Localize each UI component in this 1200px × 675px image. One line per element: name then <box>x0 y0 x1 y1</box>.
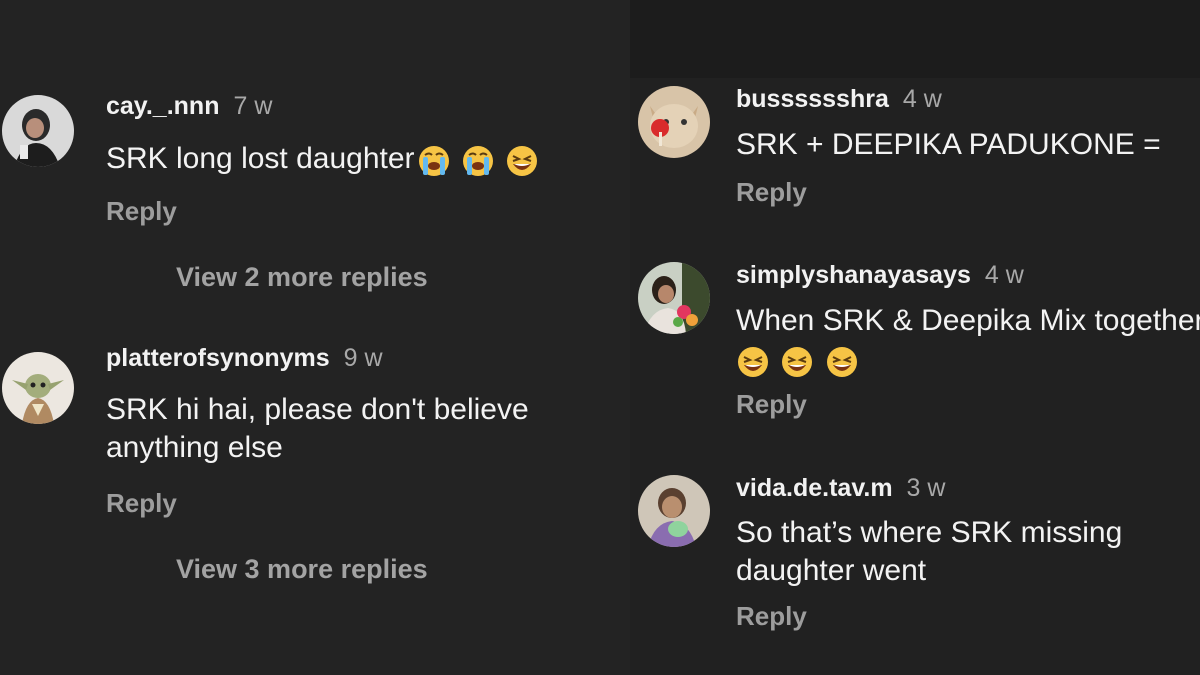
comment-meta: platterofsynonyms 9 w <box>106 344 383 373</box>
comment-text-line: daughter went <box>736 554 927 587</box>
timestamp: 4 w <box>902 85 942 113</box>
comment-text-line: anything else <box>106 431 283 464</box>
username[interactable]: cay._.nnn <box>106 92 219 120</box>
comment-text: SRK long lost daughter <box>106 140 539 179</box>
comment-meta: busssssshra 4 w <box>736 85 942 114</box>
grinning-squint-emoji-icon <box>780 345 814 379</box>
avatar-cay-nnn[interactable] <box>2 95 74 167</box>
comment-text: When SRK & Deepika Mix together <box>736 302 1200 380</box>
avatar-busssssshra[interactable] <box>638 86 710 158</box>
comment-text: SRK + DEEPIKA PADUKONE = <box>736 128 1161 161</box>
reply-button[interactable]: Reply <box>106 488 177 519</box>
emoji-group <box>415 141 540 179</box>
grinning-squint-emoji-icon <box>736 345 770 379</box>
comment-meta: cay._.nnn 7 w <box>106 92 272 121</box>
grinning-squint-emoji-icon <box>505 144 539 178</box>
reply-button[interactable]: Reply <box>736 601 807 632</box>
reply-button[interactable]: Reply <box>736 177 807 208</box>
comment-text: SRK hi hai, please don't believe anythin… <box>106 391 529 467</box>
avatar-simplyshanayasays[interactable] <box>638 262 710 334</box>
username[interactable]: platterofsynonyms <box>106 344 330 372</box>
loudly-crying-emoji-icon <box>417 144 451 178</box>
username[interactable]: vida.de.tav.m <box>736 474 893 502</box>
comment-text: So that’s where SRK missing daughter wen… <box>736 514 1122 590</box>
avatar-vida-de-tav-m[interactable] <box>638 475 710 547</box>
comment-text-content: SRK long lost daughter <box>106 142 415 175</box>
username[interactable]: busssssshra <box>736 85 889 113</box>
grinning-squint-emoji-icon <box>825 345 859 379</box>
timestamp: 7 w <box>233 92 273 120</box>
timestamp: 3 w <box>906 474 946 502</box>
comment-text-line: SRK hi hai, please don't believe <box>106 393 529 426</box>
header-band <box>630 0 1200 78</box>
comment-text-content: When SRK & Deepika Mix together <box>736 304 1200 337</box>
username[interactable]: simplyshanayasays <box>736 261 971 289</box>
comment-meta: vida.de.tav.m 3 w <box>736 474 945 503</box>
reply-button[interactable]: Reply <box>736 389 807 420</box>
timestamp: 9 w <box>343 344 383 372</box>
timestamp: 4 w <box>984 261 1024 289</box>
emoji-group <box>736 342 859 380</box>
reply-button[interactable]: Reply <box>106 196 177 227</box>
comment-text-line: So that’s where SRK missing <box>736 516 1123 549</box>
comment-meta: simplyshanayasays 4 w <box>736 261 1024 290</box>
avatar-platterofsynonyms[interactable] <box>2 352 74 424</box>
view-more-replies-button[interactable]: View 2 more replies <box>176 262 428 293</box>
view-more-replies-button[interactable]: View 3 more replies <box>176 554 428 585</box>
loudly-crying-emoji-icon <box>461 144 495 178</box>
